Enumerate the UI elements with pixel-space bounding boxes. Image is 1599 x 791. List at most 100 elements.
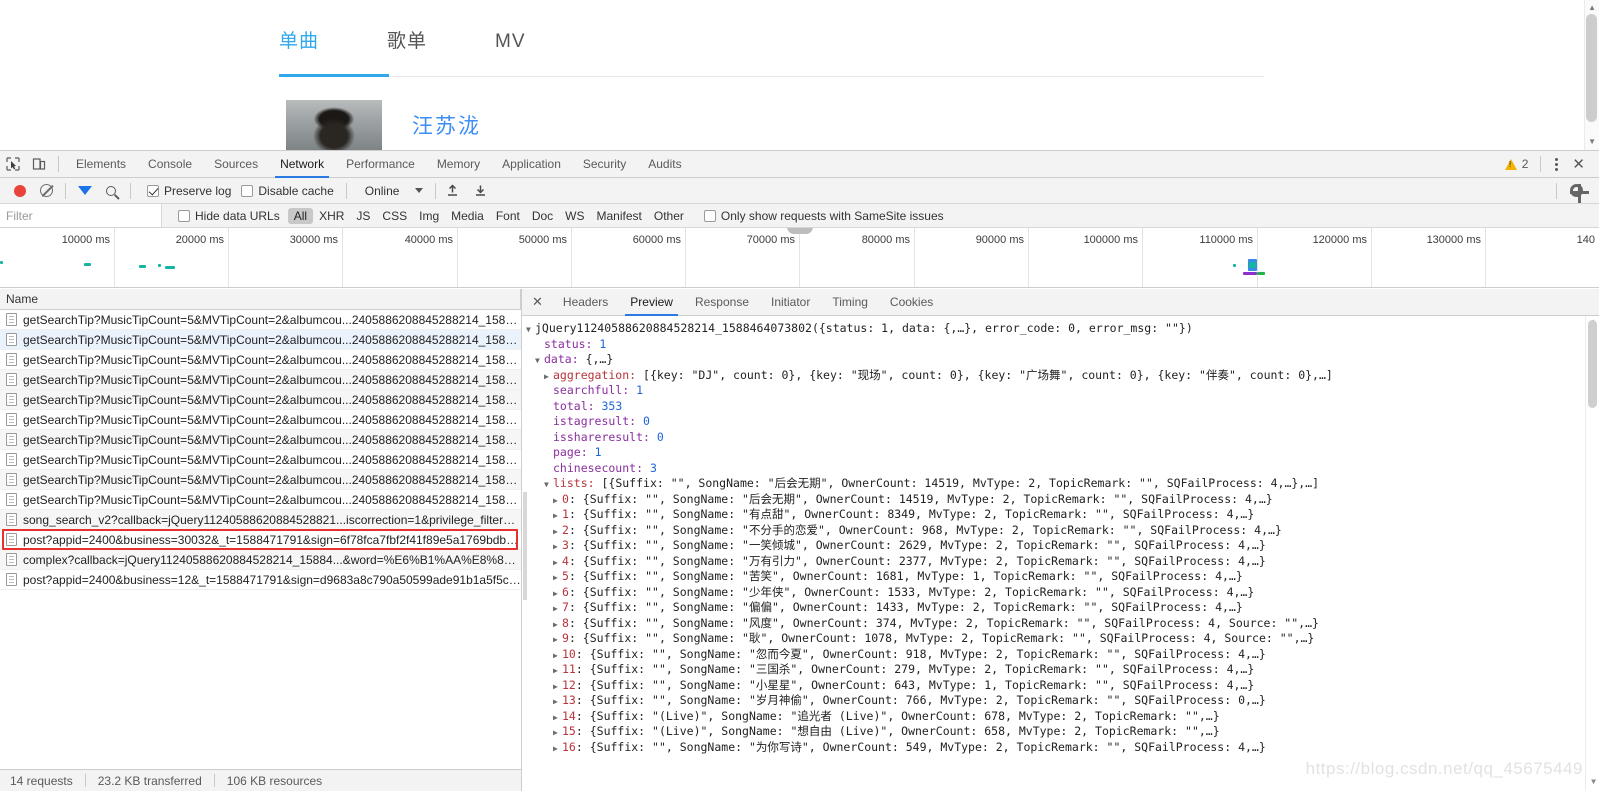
- clear-button[interactable]: [33, 178, 59, 204]
- list-item[interactable]: ▶ 7: {Suffix: "", SongName: "偏偏", OwnerCo…: [526, 600, 1599, 616]
- tab-performance[interactable]: Performance: [335, 151, 426, 178]
- json-field-lists[interactable]: ▼ lists: [{Suffix: "", SongName: "后会无期", …: [526, 476, 1599, 492]
- expand-triangle-icon[interactable]: ▶: [553, 663, 562, 679]
- detail-tab-cookies[interactable]: Cookies: [879, 289, 944, 316]
- preview-scroll-thumb[interactable]: [1588, 320, 1597, 408]
- table-row[interactable]: getSearchTip?MusicTipCount=5&MVTipCount=…: [0, 450, 521, 470]
- scroll-up-icon[interactable]: ▲: [1588, 4, 1596, 12]
- table-row[interactable]: getSearchTip?MusicTipCount=5&MVTipCount=…: [0, 410, 521, 430]
- hide-data-urls-checkbox[interactable]: Hide data URLs: [178, 209, 280, 223]
- page-tab-mv[interactable]: MV: [495, 31, 526, 69]
- artist-result-row[interactable]: 汪苏泷: [286, 100, 481, 150]
- collapse-triangle-icon[interactable]: ▼: [544, 477, 553, 493]
- detail-tab-preview[interactable]: Preview: [619, 289, 684, 316]
- expand-triangle-icon[interactable]: ▶: [553, 601, 562, 617]
- table-row[interactable]: complex?callback=jQuery11240588620884528…: [0, 550, 521, 570]
- collapse-triangle-icon[interactable]: ▼: [535, 353, 544, 369]
- page-tab-playlists[interactable]: 歌单: [387, 26, 427, 69]
- type-filter-doc[interactable]: Doc: [526, 208, 559, 224]
- list-item[interactable]: ▶ 10: {Suffix: "", SongName: "忽而今夏", Owne…: [526, 647, 1599, 663]
- list-item[interactable]: ▶ 4: {Suffix: "", SongName: "万有引力", Owner…: [526, 554, 1599, 570]
- record-button[interactable]: [7, 178, 33, 204]
- list-item[interactable]: ▶ 11: {Suffix: "", SongName: "三国杀", Owner…: [526, 662, 1599, 678]
- list-item[interactable]: ▶ 8: {Suffix: "", SongName: "风度", OwnerCo…: [526, 616, 1599, 632]
- throttling-select[interactable]: Online: [365, 184, 424, 198]
- table-row[interactable]: getSearchTip?MusicTipCount=5&MVTipCount=…: [0, 470, 521, 490]
- request-rows[interactable]: getSearchTip?MusicTipCount=5&MVTipCount=…: [0, 310, 521, 769]
- page-scroll-thumb[interactable]: [1586, 14, 1597, 122]
- scroll-down-icon[interactable]: ▼: [1591, 774, 1596, 790]
- type-filter-css[interactable]: CSS: [376, 208, 413, 224]
- table-row[interactable]: getSearchTip?MusicTipCount=5&MVTipCount=…: [0, 490, 521, 510]
- list-item[interactable]: ▶ 14: {Suffix: "(Live)", SongName: "追光者 (…: [526, 709, 1599, 725]
- list-item[interactable]: ▶ 3: {Suffix: "", SongName: "一笑倾城", Owner…: [526, 538, 1599, 554]
- tab-memory[interactable]: Memory: [426, 151, 491, 178]
- expand-triangle-icon[interactable]: ▶: [553, 493, 562, 509]
- detail-tab-initiator[interactable]: Initiator: [760, 289, 821, 316]
- overview-resize-handle[interactable]: [786, 228, 813, 234]
- type-filter-other[interactable]: Other: [648, 208, 690, 224]
- type-filter-ws[interactable]: WS: [559, 208, 590, 224]
- expand-triangle-icon[interactable]: ▶: [553, 694, 562, 710]
- expand-triangle-icon[interactable]: ▶: [553, 710, 562, 726]
- expand-triangle-icon[interactable]: ▶: [553, 555, 562, 571]
- expand-triangle-icon[interactable]: ▶: [553, 741, 562, 757]
- table-row[interactable]: getSearchTip?MusicTipCount=5&MVTipCount=…: [0, 390, 521, 410]
- expand-triangle-icon[interactable]: ▶: [553, 617, 562, 633]
- warning-badge[interactable]: 2: [1504, 157, 1528, 171]
- import-har-button[interactable]: [442, 184, 462, 197]
- close-devtools-icon[interactable]: ✕: [1566, 155, 1591, 173]
- expand-triangle-icon[interactable]: ▶: [553, 508, 562, 524]
- filter-input[interactable]: [0, 204, 162, 227]
- type-filter-media[interactable]: Media: [445, 208, 490, 224]
- list-item[interactable]: ▶ 6: {Suffix: "", SongName: "少年侠", OwnerC…: [526, 585, 1599, 601]
- table-row[interactable]: post?appid=2400&business=12&_t=158847179…: [0, 570, 521, 590]
- column-header-name[interactable]: Name: [6, 292, 38, 306]
- list-item[interactable]: ▶ 9: {Suffix: "", SongName: "耿", OwnerCou…: [526, 631, 1599, 647]
- request-table-header[interactable]: Name: [0, 289, 521, 310]
- expand-triangle-icon[interactable]: ▶: [553, 725, 562, 741]
- network-settings-button[interactable]: [1563, 178, 1589, 204]
- preview-scrollbar[interactable]: ▲ ▼: [1585, 316, 1599, 791]
- list-item[interactable]: ▶ 13: {Suffix: "", SongName: "岁月神偷", Owne…: [526, 693, 1599, 709]
- detail-tab-headers[interactable]: Headers: [552, 289, 619, 316]
- list-item[interactable]: ▶ 12: {Suffix: "", SongName: "小星星", Owner…: [526, 678, 1599, 694]
- preview-json-tree[interactable]: ▼ jQuery11240588620884528214_158846407380…: [522, 316, 1599, 791]
- detail-tab-timing[interactable]: Timing: [821, 289, 879, 316]
- type-filter-font[interactable]: Font: [490, 208, 526, 224]
- list-item[interactable]: ▶ 16: {Suffix: "", SongName: "为你写诗", Owne…: [526, 740, 1599, 756]
- expand-triangle-icon[interactable]: ▶: [553, 648, 562, 664]
- preserve-log-checkbox[interactable]: Preserve log: [147, 184, 231, 198]
- tab-security[interactable]: Security: [572, 151, 637, 178]
- preview-gutter-thumb[interactable]: [523, 492, 527, 600]
- list-item[interactable]: ▶ 5: {Suffix: "", SongName: "苦笑", OwnerCo…: [526, 569, 1599, 585]
- disable-cache-checkbox[interactable]: Disable cache: [241, 184, 334, 198]
- tab-network[interactable]: Network: [269, 151, 335, 178]
- expand-triangle-icon[interactable]: ▶: [553, 539, 562, 555]
- device-toolbar-icon[interactable]: [26, 151, 52, 177]
- tab-application[interactable]: Application: [491, 151, 572, 178]
- table-row-selected[interactable]: song_search_v2?callback=jQuery1124058862…: [0, 510, 521, 530]
- filter-toggle-button[interactable]: [72, 178, 98, 208]
- tab-audits[interactable]: Audits: [637, 151, 692, 178]
- search-button[interactable]: [98, 178, 124, 204]
- table-row[interactable]: getSearchTip?MusicTipCount=5&MVTipCount=…: [0, 350, 521, 370]
- json-root-line[interactable]: ▼ jQuery11240588620884528214_158846407380…: [526, 321, 1599, 337]
- export-har-button[interactable]: [470, 184, 490, 197]
- tab-elements[interactable]: Elements: [65, 151, 137, 178]
- list-item[interactable]: ▶ 1: {Suffix: "", SongName: "有点甜", OwnerC…: [526, 507, 1599, 523]
- expand-triangle-icon[interactable]: ▶: [553, 586, 562, 602]
- tab-console[interactable]: Console: [137, 151, 203, 178]
- type-filter-manifest[interactable]: Manifest: [591, 208, 648, 224]
- table-row[interactable]: post?appid=2400&business=30032&_t=158847…: [0, 530, 521, 550]
- json-field-aggregation[interactable]: ▶ aggregation: [{key: "DJ", count: 0}, {k…: [526, 368, 1599, 384]
- table-row[interactable]: getSearchTip?MusicTipCount=5&MVTipCount=…: [0, 430, 521, 450]
- expand-triangle-icon[interactable]: ▶: [544, 369, 553, 385]
- detail-tab-response[interactable]: Response: [684, 289, 760, 316]
- network-overview-timeline[interactable]: 10000 ms 20000 ms 30000 ms 40000 ms 5000…: [0, 228, 1599, 288]
- page-tab-songs[interactable]: 单曲: [279, 26, 319, 69]
- list-item[interactable]: ▶ 15: {Suffix: "(Live)", SongName: "想自由 (…: [526, 724, 1599, 740]
- more-options-icon[interactable]: [1547, 157, 1566, 171]
- type-filter-all[interactable]: All: [287, 207, 314, 224]
- expand-triangle-icon[interactable]: ▶: [553, 632, 562, 648]
